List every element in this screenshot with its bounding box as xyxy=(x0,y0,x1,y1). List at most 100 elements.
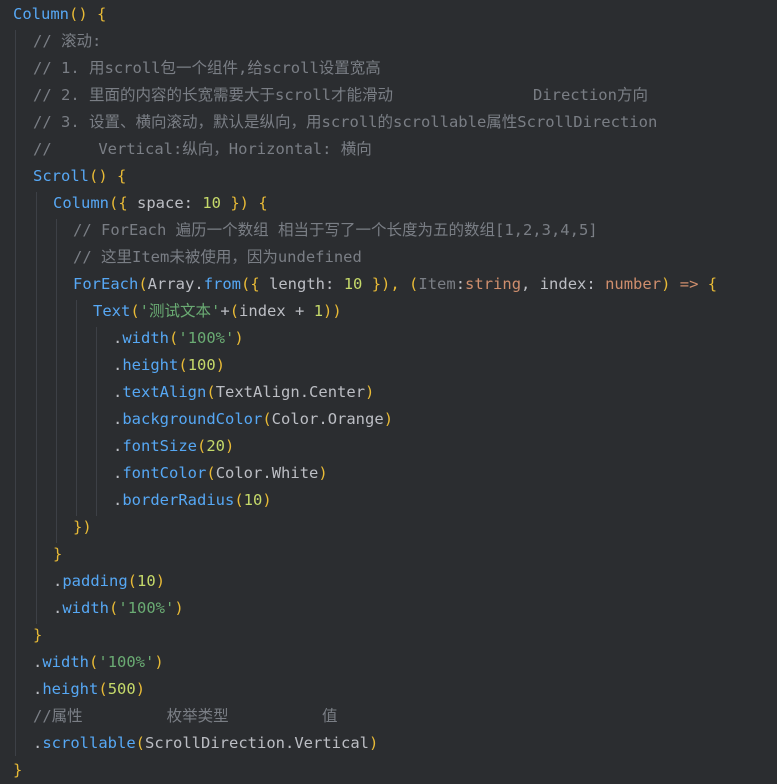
indent-guide xyxy=(56,219,57,543)
code-token: . xyxy=(318,410,328,428)
code-line[interactable]: // Vertical:纵向，Horizontal: 横向 xyxy=(33,136,372,163)
code-line[interactable]: .width('100%') xyxy=(53,595,184,622)
code-token: ( xyxy=(127,572,138,590)
code-editor[interactable]: Column() {// 滚动:// 1. 用scroll包一个组件,给scro… xyxy=(0,0,777,783)
code-line[interactable]: // 滚动: xyxy=(33,28,101,55)
code-line[interactable]: ForEach(Array.from({ length: 10 }), (Ite… xyxy=(73,271,717,298)
code-token: 10 xyxy=(343,275,363,293)
code-token: width xyxy=(62,599,110,617)
code-line[interactable]: .padding(10) xyxy=(53,568,165,595)
code-token: // ForEach 遍历一个数组 相当于写了一个长度为五的数组[1,2,3,4… xyxy=(73,221,598,239)
code-token: 100 xyxy=(187,356,216,374)
code-token: } xyxy=(13,761,23,779)
code-line[interactable]: // 2. 里面的内容的长宽需要大于scroll才能滑动 Direction方向 xyxy=(33,82,648,109)
code-token: . xyxy=(53,572,63,590)
code-line[interactable]: .fontColor(Color.White) xyxy=(113,460,328,487)
code-token: { xyxy=(117,167,127,185)
code-token: ) xyxy=(174,599,184,617)
code-token: ( xyxy=(169,329,179,347)
code-token: ( xyxy=(89,653,99,671)
code-token: ) xyxy=(155,572,166,590)
code-line[interactable]: .textAlign(TextAlign.Center) xyxy=(113,379,374,406)
code-token: '测试文本' xyxy=(139,302,221,320)
code-token: length xyxy=(269,275,326,293)
code-token: ScrollDirection xyxy=(145,734,285,752)
code-token: }) xyxy=(73,518,92,536)
code-line[interactable]: // 3. 设置、横向滚动，默认是纵向，用scroll的scrollable属性… xyxy=(33,109,657,136)
code-token: height xyxy=(122,356,179,374)
code-token: : xyxy=(325,275,344,293)
code-token: ( xyxy=(130,302,140,320)
indent-guide xyxy=(96,327,97,516)
code-line[interactable]: } xyxy=(13,757,22,784)
code-token: // 滚动: xyxy=(33,32,102,50)
code-line[interactable]: }) xyxy=(73,514,92,541)
indent-guide xyxy=(36,192,37,624)
code-line[interactable]: Scroll() { xyxy=(33,163,126,190)
code-line[interactable]: } xyxy=(33,622,42,649)
code-token: : xyxy=(586,275,606,293)
code-token: ) xyxy=(661,275,680,293)
code-token: width xyxy=(122,329,170,347)
code-token: ) xyxy=(225,437,235,455)
code-token: //属性 枚举类型 值 xyxy=(33,707,338,725)
code-token: ( xyxy=(234,491,244,509)
code-token: '100%' xyxy=(98,653,155,671)
code-token: padding xyxy=(62,572,128,590)
code-line[interactable]: .width('100%') xyxy=(113,325,244,352)
code-line[interactable]: .fontSize(20) xyxy=(113,433,234,460)
code-token: // Vertical:纵向，Horizontal: 横向 xyxy=(33,140,372,158)
code-line[interactable]: // 这里Item未被使用，因为undefined xyxy=(73,244,362,271)
code-token: . xyxy=(113,383,123,401)
code-token: => xyxy=(679,275,708,293)
code-line[interactable]: //属性 枚举类型 值 xyxy=(33,703,337,730)
code-token: from xyxy=(203,275,242,293)
code-line[interactable]: // ForEach 遍历一个数组 相当于写了一个长度为五的数组[1,2,3,4… xyxy=(73,217,598,244)
code-token: Column xyxy=(53,194,109,212)
code-line[interactable]: Column({ space: 10 }) { xyxy=(53,190,268,217)
code-token: Column xyxy=(13,5,69,23)
code-token: } xyxy=(53,545,63,563)
code-line[interactable]: .height(100) xyxy=(113,352,225,379)
code-token: . xyxy=(113,329,123,347)
code-line[interactable]: } xyxy=(53,541,62,568)
code-token: } xyxy=(33,626,43,644)
code-line[interactable]: .height(500) xyxy=(33,676,145,703)
code-token: () xyxy=(69,5,97,23)
code-token: Item xyxy=(418,275,456,293)
code-token: height xyxy=(42,680,99,698)
code-token: index xyxy=(239,302,286,320)
code-token: ( xyxy=(178,356,188,374)
code-token: 500 xyxy=(107,680,136,698)
indent-guide xyxy=(15,30,16,756)
code-token: Vertical xyxy=(294,734,369,752)
code-token: space xyxy=(137,194,184,212)
code-token: // 3. 设置、横向滚动，默认是纵向，用scroll的scrollable属性… xyxy=(33,113,658,131)
code-line[interactable]: .scrollable(ScrollDirection.Vertical) xyxy=(33,730,378,757)
code-line[interactable]: Text('测试文本'+(index + 1)) xyxy=(93,298,342,325)
code-token: Color xyxy=(215,464,263,482)
code-token: White xyxy=(271,464,319,482)
code-token: ( xyxy=(197,437,207,455)
code-token: . xyxy=(113,464,123,482)
code-token: 10 xyxy=(243,491,263,509)
code-token: fontSize xyxy=(122,437,197,455)
code-token: width xyxy=(42,653,90,671)
code-line[interactable]: Column() { xyxy=(13,1,106,28)
code-line[interactable]: .borderRadius(10) xyxy=(113,487,272,514)
code-line[interactable]: .backgroundColor(Color.Orange) xyxy=(113,406,393,433)
code-token: ( xyxy=(135,734,146,752)
code-line[interactable]: .width('100%') xyxy=(33,649,164,676)
code-token: 20 xyxy=(206,437,226,455)
code-token: Orange xyxy=(327,410,384,428)
code-token: ( xyxy=(206,464,216,482)
code-token: index xyxy=(539,275,587,293)
code-token: ForEach xyxy=(73,275,139,293)
code-token: // 1. 用scroll包一个组件,给scroll设置宽高 xyxy=(33,59,381,77)
code-token: string xyxy=(465,275,522,293)
code-token: ) xyxy=(215,356,226,374)
code-token: ( xyxy=(262,410,272,428)
code-token: ({ xyxy=(241,275,270,293)
code-line[interactable]: // 1. 用scroll包一个组件,给scroll设置宽高 xyxy=(33,55,381,82)
code-token: ) xyxy=(365,383,375,401)
